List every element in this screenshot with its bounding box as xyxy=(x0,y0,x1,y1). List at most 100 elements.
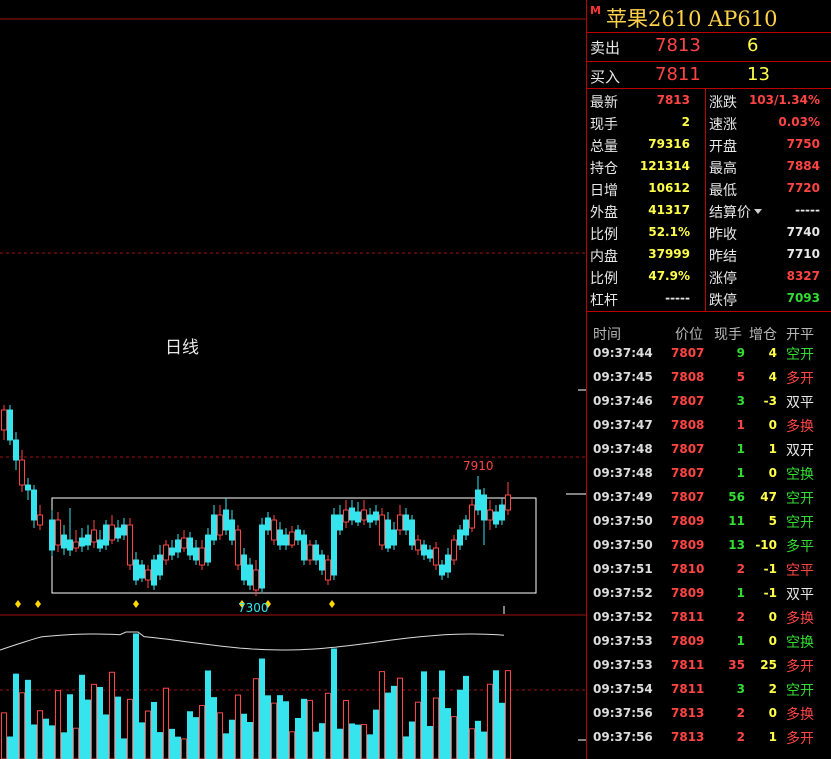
buy-price: 7811 xyxy=(655,64,701,85)
trade-oi-change: 0 xyxy=(768,634,777,648)
volume-bar xyxy=(55,690,61,759)
trade-time: 09:37:47 xyxy=(593,418,653,432)
low-price-label: 7300 xyxy=(238,601,269,615)
volume-bar xyxy=(187,711,193,759)
candle-body xyxy=(481,494,487,521)
quote-label: 最低 xyxy=(709,183,737,199)
trade-volume: 5 xyxy=(736,370,745,384)
sell-label: 卖出 xyxy=(590,39,621,57)
kline-chart[interactable] xyxy=(0,0,586,759)
trade-oi-change: 1 xyxy=(768,730,777,744)
trade-oi-change: -1 xyxy=(763,586,777,600)
trade-row[interactable]: 09:37:48 7807 1 0 空换 xyxy=(587,463,831,487)
quote-label: 总量 xyxy=(590,139,618,155)
volume-bar xyxy=(397,677,403,759)
quote-label: 最新 xyxy=(590,95,618,111)
quote-label[interactable]: 结算价 xyxy=(709,202,751,222)
trade-row[interactable]: 09:37:56 7813 2 0 多换 xyxy=(587,703,831,727)
trade-row[interactable]: 09:37:52 7809 1 -1 双平 xyxy=(587,583,831,607)
candle-body xyxy=(421,544,427,556)
trade-type: 多开 xyxy=(786,731,814,747)
candle-body xyxy=(91,529,97,543)
contract-title[interactable]: 苹果2610 AP610 xyxy=(606,3,778,33)
quote-label: 比例 xyxy=(590,271,618,287)
trade-row[interactable]: 09:37:47 7808 1 0 多换 xyxy=(587,415,831,439)
trade-volume: 2 xyxy=(736,610,745,624)
quote-value: 10612 xyxy=(648,181,690,195)
quote-row: 比例 52.1% 昨收 7740 xyxy=(587,222,831,244)
trade-row[interactable]: 09:37:53 7809 1 0 空换 xyxy=(587,631,831,655)
trade-row[interactable]: 09:37:48 7807 1 1 双开 xyxy=(587,439,831,463)
candle-body xyxy=(205,534,211,563)
quote-row: 现手 2 速涨 0.03% xyxy=(587,112,831,134)
candle-body xyxy=(229,519,235,541)
quote-value: ----- xyxy=(795,203,820,217)
volume-bar xyxy=(451,716,457,759)
trade-row[interactable]: 09:37:46 7807 3 -3 双平 xyxy=(587,391,831,415)
volume-bar xyxy=(487,683,493,759)
trade-row[interactable]: 09:37:52 7811 2 0 多换 xyxy=(587,607,831,631)
trade-time: 09:37:49 xyxy=(593,490,653,504)
trade-price: 7807 xyxy=(671,466,705,480)
volume-bar xyxy=(79,674,85,759)
candle-body xyxy=(487,509,493,521)
volume-bar xyxy=(211,697,217,759)
candle-body xyxy=(133,559,139,581)
volume-bar xyxy=(439,670,445,759)
candle-body xyxy=(79,537,85,547)
trade-type: 多换 xyxy=(786,611,814,627)
trade-oi-change: 4 xyxy=(768,370,777,384)
trade-volume: 1 xyxy=(736,418,745,432)
candle-body xyxy=(283,534,289,546)
candle-body xyxy=(337,514,343,531)
trade-price: 7811 xyxy=(671,682,705,696)
trade-time: 09:37:48 xyxy=(593,442,653,456)
volume-bar xyxy=(481,731,487,759)
quote-value: 2 xyxy=(681,115,690,129)
candle-body xyxy=(445,554,451,573)
trade-price: 7809 xyxy=(671,538,705,552)
candle-body xyxy=(439,564,445,576)
trade-row[interactable]: 09:37:44 7807 9 4 空开 xyxy=(587,343,831,367)
quote-row: 最新 7813 涨跌 103/1.34% xyxy=(587,90,831,112)
trade-price: 7809 xyxy=(671,634,705,648)
quote-value: 103/1.34% xyxy=(748,93,820,107)
trade-type: 多开 xyxy=(786,371,814,387)
volume-bar xyxy=(427,726,433,759)
quote-row: 日增 10612 最低 7720 xyxy=(587,178,831,200)
trade-row[interactable]: 09:37:49 7807 56 47 空开 xyxy=(587,487,831,511)
quote-row: 比例 47.9% 涨停 8327 xyxy=(587,266,831,288)
quote-label: 开盘 xyxy=(709,139,737,155)
volume-bar xyxy=(37,710,43,759)
quote-value: ----- xyxy=(665,291,690,305)
sell-volume: 6 xyxy=(747,35,759,56)
quote-value: 37999 xyxy=(648,247,690,261)
volume-bar xyxy=(97,686,103,759)
quote-value: 41317 xyxy=(648,203,690,217)
sell-row[interactable]: 卖出 7813 6 xyxy=(587,33,831,61)
candle-body xyxy=(265,517,271,531)
volume-bar xyxy=(67,694,73,759)
volume-bar xyxy=(103,714,109,759)
volume-bar xyxy=(385,692,391,759)
trade-row[interactable]: 09:37:45 7808 5 4 多开 xyxy=(587,367,831,391)
candle-body xyxy=(247,564,253,586)
trade-row[interactable]: 09:37:50 7809 11 5 空开 xyxy=(587,511,831,535)
volume-bar xyxy=(433,697,439,759)
kline-chart-area[interactable]: 日线 7910 7300 xyxy=(0,0,586,759)
trade-row[interactable]: 09:37:56 7813 2 1 多开 xyxy=(587,727,831,751)
volume-bar xyxy=(373,709,379,759)
volume-bar xyxy=(469,728,475,759)
trade-row[interactable]: 09:37:50 7809 13 -10 多平 xyxy=(587,535,831,559)
trade-row[interactable]: 09:37:51 7810 2 -1 空平 xyxy=(587,559,831,583)
candle-body xyxy=(67,539,73,551)
quote-label: 最高 xyxy=(709,161,737,177)
buy-row[interactable]: 买入 7811 13 xyxy=(587,62,831,90)
candle-body xyxy=(175,539,181,553)
trade-row[interactable]: 09:37:53 7811 35 25 多开 xyxy=(587,655,831,679)
candle-body xyxy=(355,511,361,523)
trade-row[interactable]: 09:37:54 7811 3 2 空开 xyxy=(587,679,831,703)
header-open-close: 开平 xyxy=(786,327,814,343)
quote-value: 7710 xyxy=(786,247,820,261)
quote-label: 昨收 xyxy=(709,227,737,243)
